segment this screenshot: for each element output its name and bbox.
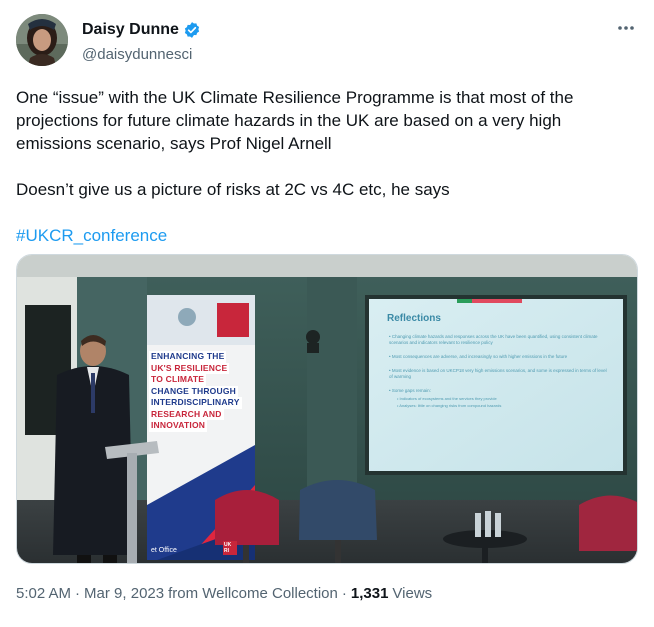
meta-separator: · [75, 585, 81, 602]
tweet-text: One “issue” with the UK Climate Resilien… [16, 86, 638, 247]
meta-separator: · [341, 585, 347, 602]
slide-title: Reflections [387, 313, 441, 324]
banner-text: ENHANCING THE UK'S RESILIENCE TO CLIMATE… [149, 351, 249, 432]
banner-line: RESEARCH AND [149, 408, 224, 420]
tweet-photo[interactable]: ENHANCING THE UK'S RESILIENCE TO CLIMATE… [16, 254, 638, 564]
tweet-paragraph: One “issue” with the UK Climate Resilien… [16, 88, 574, 153]
tweet-header: Daisy Dunne @daisydunnesci [16, 14, 638, 70]
slide-bullet: • Indicators of ecosystems and the servi… [397, 396, 497, 401]
banner-line: UK'S RESILIENCE [149, 362, 230, 374]
views-label: Views [392, 585, 433, 602]
hashtag-link[interactable]: #UKCR_conference [16, 226, 167, 245]
slide-bullet: • Most consequences are adverse, and inc… [389, 354, 568, 359]
slide-bullet: • Some gaps remain: [389, 388, 431, 393]
banner-line: INTERDISCIPLINARY [149, 397, 242, 409]
tweet-time[interactable]: 5:02 AM [16, 585, 71, 602]
banner-line: CHANGE THROUGH [149, 385, 238, 397]
banner-line: ENHANCING THE [149, 351, 227, 363]
slide-bullet: • Analyses: little on changing risks fro… [397, 402, 502, 408]
slide-bullet: • Most evidence is based on UKCP18 very … [389, 368, 607, 379]
profile-photo-icon [16, 14, 68, 66]
display-name[interactable]: Daisy Dunne [82, 21, 179, 39]
banner-line: TO CLIMATE [149, 374, 207, 386]
author-info: Daisy Dunne @daisydunnesci [82, 20, 201, 63]
avatar[interactable] [16, 14, 68, 66]
more-options-icon[interactable] [614, 18, 638, 38]
verified-badge-icon [183, 21, 201, 39]
presentation-slide: Reflections • Changing climate hazards a… [377, 307, 615, 465]
tweet-paragraph: Doesn’t give us a picture of risks at 2C… [16, 180, 450, 199]
tweet-date[interactable]: Mar 9, 2023 [84, 585, 164, 602]
banner-line: INNOVATION [149, 420, 208, 432]
slide-bullet: • Changing climate hazards and responses… [389, 334, 598, 345]
views-count: 1,331 [350, 585, 389, 602]
banner-footer-left: et Office [151, 547, 177, 554]
ukri-logo: UK RI [223, 541, 237, 555]
tweet-source: from Wellcome Collection [168, 585, 338, 602]
tweet-meta: 5:02 AM · Mar 9, 2023 from Wellcome Coll… [16, 585, 432, 602]
handle[interactable]: @daisydunnesci [82, 46, 201, 63]
